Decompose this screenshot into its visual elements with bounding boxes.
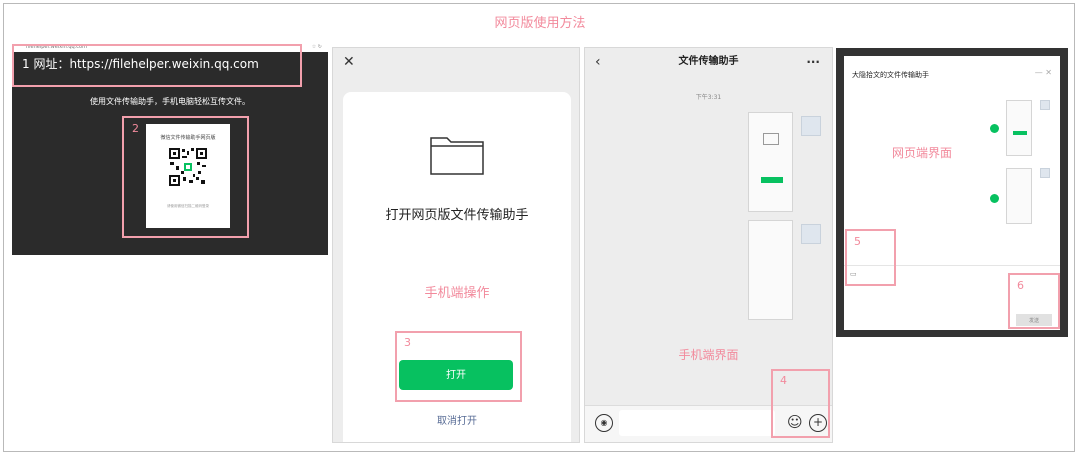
phone-interface-note: 手机端界面: [678, 348, 739, 362]
step-number-5: 5: [854, 235, 861, 248]
more-icon[interactable]: ···: [806, 48, 820, 76]
window-controls-icon[interactable]: — ✕: [1035, 68, 1052, 77]
highlight-open: [395, 331, 522, 402]
cancel-open-link[interactable]: 取消打开: [343, 412, 571, 427]
highlight-file-button: [845, 229, 896, 286]
browser-controls-icon[interactable]: ☆ ↻: [312, 44, 322, 50]
download-icon[interactable]: [990, 124, 999, 133]
step-number-4: 4: [780, 374, 787, 387]
avatar[interactable]: [801, 116, 821, 136]
back-icon[interactable]: ‹: [595, 50, 601, 74]
card-title: 打开网页版文件传输助手: [385, 208, 529, 223]
message-input[interactable]: [619, 410, 775, 436]
message-screenshot[interactable]: [748, 220, 793, 320]
page-title: 网页版使用方法: [494, 16, 586, 31]
pc-window-title: 大隐拾文的文件传输助手: [852, 71, 929, 79]
step-number-6: 6: [1017, 279, 1024, 292]
highlight-url: [12, 44, 302, 87]
folder-icon: [430, 137, 484, 175]
highlight-qr: [122, 116, 249, 238]
download-icon[interactable]: [990, 194, 999, 203]
highlight-send-button: [1008, 273, 1060, 329]
avatar[interactable]: [801, 224, 821, 244]
voice-icon[interactable]: ◉: [595, 414, 613, 432]
avatar[interactable]: [1040, 168, 1050, 178]
message-screenshot[interactable]: [1006, 100, 1032, 156]
message-screenshot[interactable]: [1006, 168, 1032, 224]
chat-header: ‹ 文件传输助手 ···: [585, 48, 832, 78]
close-icon[interactable]: ✕: [343, 54, 355, 70]
chat-timestamp: 下午3:31: [695, 94, 722, 101]
phone-operation-note: 手机端操作: [424, 286, 490, 301]
avatar[interactable]: [1040, 100, 1050, 110]
web-interface-note: 网页端界面: [892, 146, 953, 160]
chat-title: 文件传输助手: [678, 56, 739, 67]
step-number-3: 3: [404, 336, 411, 349]
step-number-2: 2: [132, 122, 139, 135]
web-description: 使用文件传输助手，手机电脑轻松互传文件。: [90, 97, 250, 106]
message-screenshot[interactable]: [748, 112, 793, 212]
